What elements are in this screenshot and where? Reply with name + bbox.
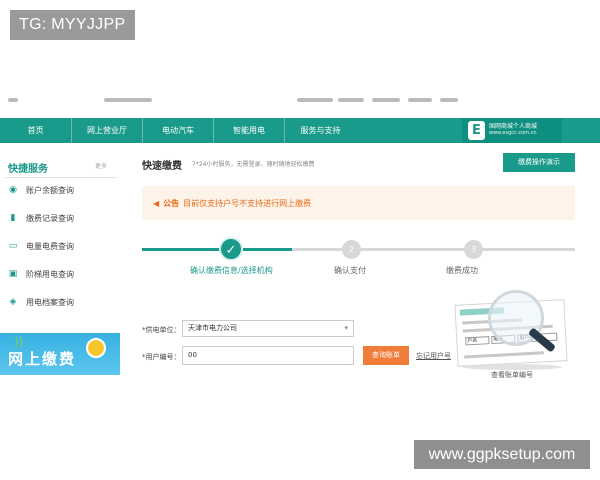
unit-label: *供电单位： (142, 326, 181, 334)
page-description: 7*24小时服务，无需登录，随时随地轻松缴费 (192, 161, 315, 168)
quick-pay-panel: 快速缴费 7*24小时服务，无需登录，随时随地轻松缴费 缴费操作演示 ◀ 公告 … (142, 150, 582, 380)
topbar-fragment (408, 98, 432, 102)
sidebar-item-payment-records[interactable]: ▮ 缴费记录查询 (8, 211, 74, 225)
power-unit-value: 天津市电力公司 (188, 324, 237, 332)
sidebar-item-label: 电量电费查询 (26, 241, 74, 251)
nav-item-support[interactable]: 服务与支持 (285, 118, 356, 143)
page-title: 快速缴费 (142, 161, 182, 172)
step-3-circle: 3 (464, 240, 483, 259)
megaphone-icon: ◀ (153, 198, 160, 208)
topbar-fragment (338, 98, 364, 102)
nav-item-smart-power[interactable]: 智能用电 (214, 118, 285, 143)
banner-text: 网上缴费 (8, 350, 77, 368)
wifi-icon: )) (14, 335, 24, 349)
chevron-down-icon: ▾ (344, 324, 348, 332)
nav-item-ev[interactable]: 电动汽车 (143, 118, 214, 143)
sidebar-item-label: 缴费记录查询 (26, 213, 74, 223)
topbar-fragment (440, 98, 458, 102)
divider (5, 177, 117, 178)
topbar-fragment (297, 98, 333, 102)
topbar-fragment (8, 98, 18, 102)
bar-chart-icon: ▮ (10, 213, 16, 223)
balance-icon: ◉ (9, 185, 17, 195)
account-number-input[interactable]: 00 (182, 346, 354, 365)
archive-icon: ◈ (9, 297, 17, 307)
progress-line-pending (292, 248, 575, 251)
coin-icon (86, 338, 106, 358)
brand-url: www.esgcc.com.cn (489, 130, 537, 137)
notice-bar: ◀ 公告 目前仅支持户号不支持进行网上缴费 (142, 186, 575, 220)
monitor-icon: ▭ (8, 241, 18, 251)
nav-item-online-hall[interactable]: 网上营业厅 (72, 118, 143, 143)
ladder-icon: ▣ (8, 269, 18, 279)
topbar-fragment (372, 98, 400, 102)
power-unit-select[interactable]: 天津市电力公司 ▾ (182, 320, 354, 337)
howto-demo-button[interactable]: 缴费操作演示 (503, 153, 575, 172)
sidebar-item-label: 阶梯用电查询 (26, 269, 74, 279)
brand-text: 国网商城个人商城 www.esgcc.com.cn (489, 124, 537, 136)
online-payment-banner[interactable]: )) 网上缴费 (0, 333, 120, 375)
step-2-circle: 2 (342, 240, 361, 259)
sidebar-item-balance[interactable]: ◉ 账户余额查询 (8, 183, 74, 197)
progress-line-done (142, 248, 292, 251)
step-1-check-icon: ✓ (219, 237, 243, 261)
step-2-label: 确认支付 (334, 266, 366, 275)
sidebar-item-label: 账户余额查询 (26, 185, 74, 195)
account-label: *用户编号： (142, 353, 181, 361)
forgot-account-link[interactable]: 忘记用户号 (416, 351, 451, 361)
step-1-label: 确认缴费信息/选择机构 (190, 266, 273, 275)
topbar-fragment (104, 98, 152, 102)
query-bill-button[interactable]: 查询账单 (363, 346, 409, 365)
sidebar-item-usage-archive[interactable]: ◈ 用电档案查询 (8, 295, 74, 309)
sidebar-more-link[interactable]: 更多 (95, 161, 107, 170)
sidebar-item-label: 用电档案查询 (26, 297, 74, 307)
bill-caption: 查看账单编号 (491, 371, 533, 379)
quick-service-sidebar: 快捷服务 更多 ◉ 账户余额查询 ▮ 缴费记录查询 ▭ 电量电费查询 ▣ 阶梯用… (0, 150, 122, 380)
bill-row (464, 351, 545, 359)
bill-cell: 户名 (465, 336, 490, 346)
sidebar-title: 快捷服务 (8, 164, 48, 175)
tg-label: TG: MYYJJPP (10, 10, 135, 40)
nav-item-home[interactable]: 首页 (0, 118, 72, 143)
watermark: www.ggpksetup.com (414, 440, 590, 469)
sidebar-item-usage-bill[interactable]: ▭ 电量电费查询 (8, 239, 74, 253)
sidebar-item-tiered-usage[interactable]: ▣ 阶梯用电查询 (8, 267, 74, 281)
step-3-label: 缴费成功 (446, 266, 478, 275)
e-logo-icon: E (468, 121, 485, 140)
brand-link[interactable]: E 国网商城个人商城 www.esgcc.com.cn (462, 118, 562, 143)
notice-label: 公告 (163, 198, 180, 208)
notice-text: 目前仅支持户号不支持进行网上缴费 (183, 198, 312, 208)
